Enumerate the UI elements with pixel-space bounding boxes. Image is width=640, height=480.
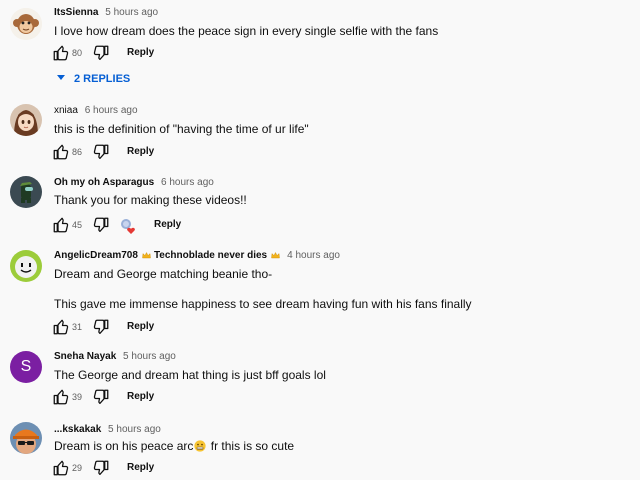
comment-header: AngelicDream708 Technoblade never dies 4 h…: [54, 250, 340, 262]
comment-header: ItsSienna 5 hours ago: [54, 7, 158, 19]
comment-text-part: fr this is so cute: [207, 439, 295, 453]
comment-thread: ItsSienna 5 hours ago I love how dream d…: [0, 0, 640, 92]
comment-text: Thank you for making these videos!!: [54, 193, 247, 207]
comment-header: Oh my oh Asparagus 6 hours ago: [54, 177, 214, 189]
comment-text-line: This gave me immense happiness to see dr…: [54, 297, 472, 311]
reply-button[interactable]: Reply: [127, 461, 154, 475]
author-name[interactable]: xniaa: [54, 105, 78, 116]
like-count: 86: [72, 147, 83, 157]
comment-header: ...kskakak 5 hours ago: [54, 424, 161, 436]
comment-header: xniaa 6 hours ago: [54, 105, 138, 117]
author-badge-text: Technoblade never dies: [153, 250, 268, 261]
comment-thread: xniaa 6 hours ago this is the definition…: [0, 100, 640, 168]
like-count: 39: [72, 392, 83, 402]
creator-heart-icon: [121, 219, 135, 234]
avatar[interactable]: [10, 104, 42, 136]
chevron-down-icon: [57, 75, 65, 80]
grimace-emoji-icon: [194, 440, 207, 452]
like-count: 80: [72, 48, 83, 58]
reply-button[interactable]: Reply: [127, 320, 154, 334]
crown-icon: [271, 252, 280, 259]
thumb-up-icon[interactable]: [52, 44, 70, 62]
avatar[interactable]: S: [10, 351, 42, 383]
comment-text: Dream is on his peace arc fr this is so …: [54, 438, 294, 454]
comment-thread: ...kskakak 5 hours ago Dream is on his p…: [0, 418, 640, 480]
like-count: 31: [72, 322, 83, 332]
reply-button[interactable]: Reply: [154, 218, 181, 232]
timestamp[interactable]: 5 hours ago: [123, 351, 176, 362]
comment-thread: S Sneha Nayak 5 hours ago The George and…: [0, 347, 640, 413]
timestamp[interactable]: 5 hours ago: [105, 7, 158, 18]
author-name[interactable]: Sneha Nayak: [54, 351, 116, 362]
like-count: 45: [72, 220, 83, 230]
anime-girl-avatar-icon: [10, 104, 42, 136]
timestamp[interactable]: 6 hours ago: [161, 177, 214, 188]
crown-icon: [142, 252, 151, 259]
comment-header: Sneha Nayak 5 hours ago: [54, 351, 176, 363]
replies-label: 2 REPLIES: [74, 73, 131, 85]
thumb-down-icon[interactable]: [92, 459, 110, 477]
author-name[interactable]: Oh my oh Asparagus: [54, 177, 154, 188]
thumb-up-icon[interactable]: [52, 143, 70, 161]
like-count: 29: [72, 463, 83, 473]
author-name[interactable]: ...kskakak: [54, 424, 101, 435]
orange-hat-avatar-icon: [10, 422, 42, 454]
monkey-avatar-icon: [10, 8, 42, 40]
view-replies-button[interactable]: 2 REPLIES: [56, 70, 130, 88]
thumb-down-icon[interactable]: [92, 143, 110, 161]
reply-button[interactable]: Reply: [127, 145, 154, 159]
comment-text: The George and dream hat thing is just b…: [54, 368, 326, 382]
avatar-letter: S: [20, 358, 32, 375]
thumb-down-icon[interactable]: [92, 388, 110, 406]
comment-text-line: Dream and George matching beanie tho-: [54, 267, 273, 281]
avatar[interactable]: [10, 8, 42, 40]
thumb-up-icon[interactable]: [52, 388, 70, 406]
timestamp[interactable]: 5 hours ago: [108, 424, 161, 435]
author-name[interactable]: ItsSienna: [54, 7, 98, 18]
comment-text-part: Dream is on his peace arc: [54, 439, 194, 453]
author-name[interactable]: AngelicDream708: [54, 250, 138, 261]
thumb-down-icon[interactable]: [92, 44, 110, 62]
comment-text: I love how dream does the peace sign in …: [54, 24, 439, 38]
timestamp[interactable]: 6 hours ago: [85, 105, 138, 116]
reply-button[interactable]: Reply: [127, 390, 154, 404]
thumb-down-icon[interactable]: [92, 318, 110, 336]
reply-button[interactable]: Reply: [127, 46, 154, 60]
avatar[interactable]: [10, 422, 42, 454]
among-us-avatar-icon: [10, 176, 42, 208]
dream-smiley-avatar-icon: [10, 250, 42, 282]
avatar[interactable]: [10, 176, 42, 208]
thumb-up-icon[interactable]: [52, 216, 70, 234]
timestamp[interactable]: 4 hours ago: [287, 250, 340, 261]
avatar[interactable]: [10, 250, 42, 282]
thumb-down-icon[interactable]: [92, 216, 110, 234]
comment-thread: Oh my oh Asparagus 6 hours ago Thank you…: [0, 172, 640, 242]
thumb-up-icon[interactable]: [52, 459, 70, 477]
comment-thread: AngelicDream708 Technoblade never dies 4 h…: [0, 245, 640, 345]
thumb-up-icon[interactable]: [52, 318, 70, 336]
comment-text: this is the definition of "having the ti…: [54, 122, 309, 136]
